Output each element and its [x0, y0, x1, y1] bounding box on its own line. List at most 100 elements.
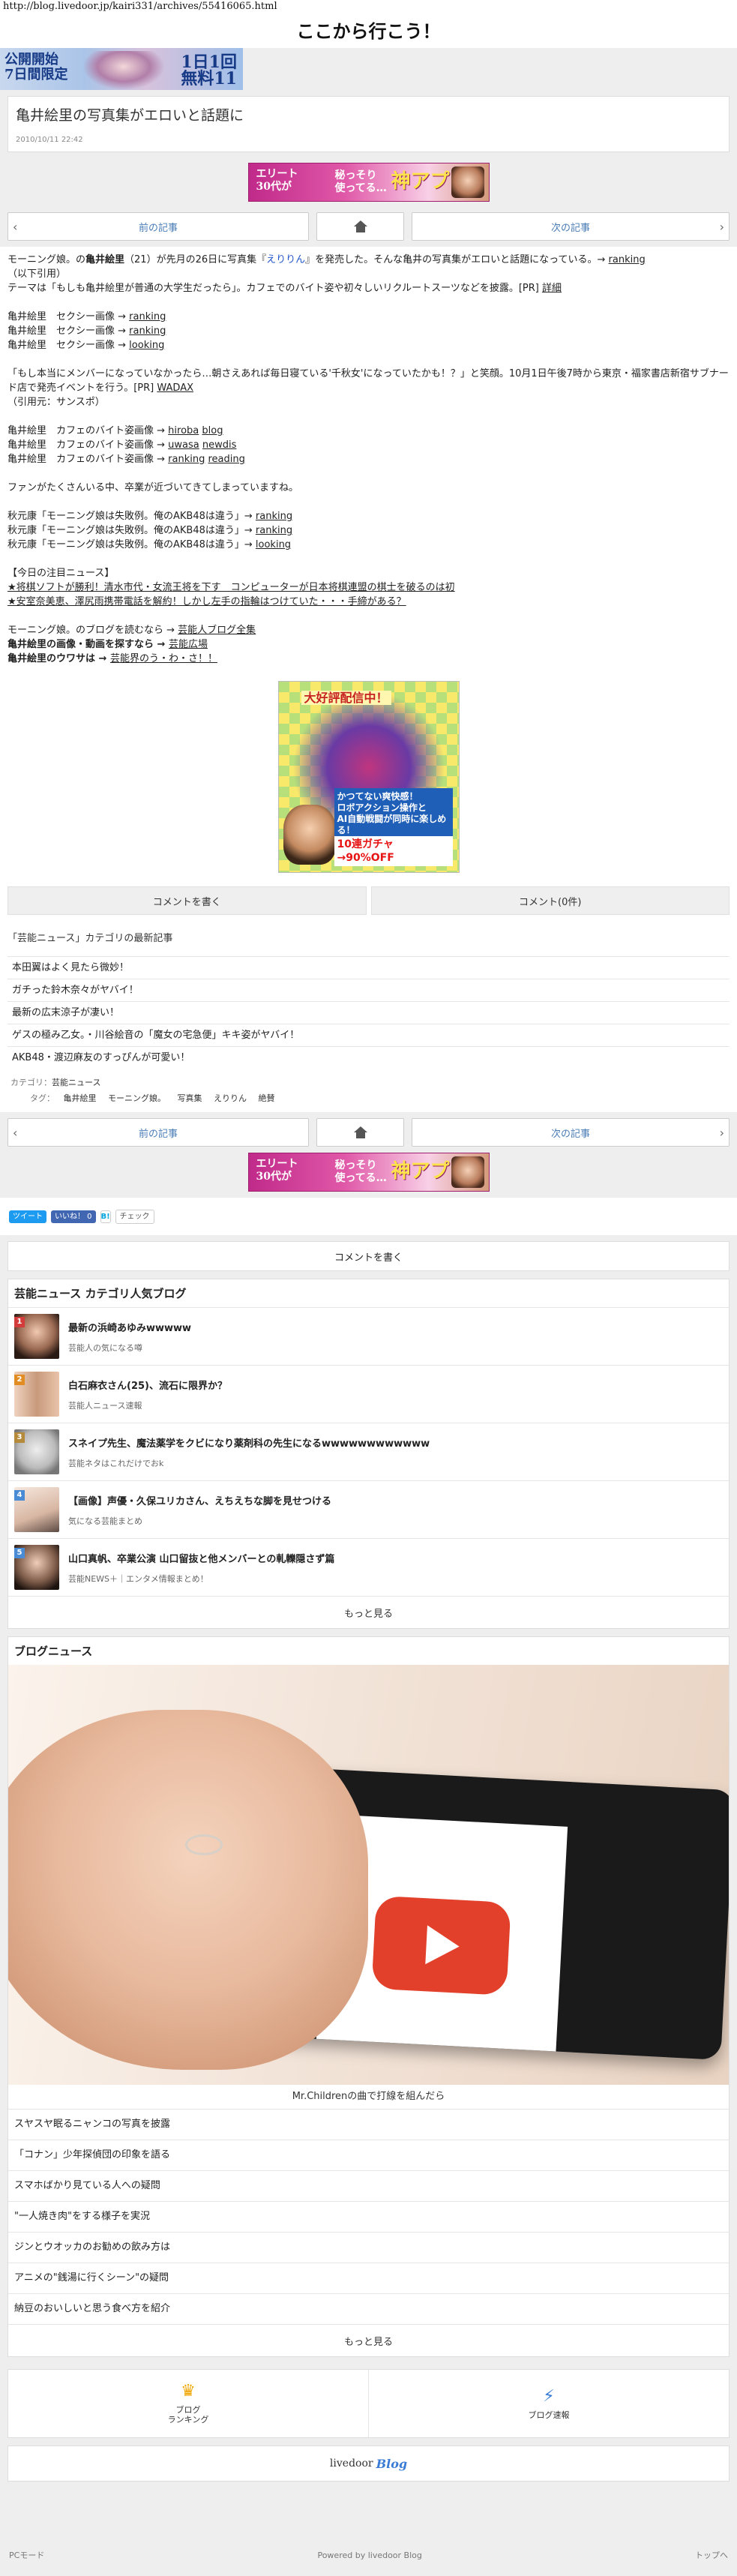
list-item[interactable]: 本田翼はよく見たら微妙！: [7, 956, 730, 979]
back-to-top-link[interactable]: トップへ: [695, 2549, 728, 2561]
blog-speed-button[interactable]: ⚡ ブログ速報: [368, 2370, 729, 2437]
tag-link[interactable]: えりりん: [214, 1093, 247, 1103]
news-item[interactable]: スヤスヤ眠るニャンコの写真を披露: [8, 2109, 729, 2140]
tag-link[interactable]: 写真集: [178, 1093, 202, 1103]
text: 亀井絵里 セクシー画像 →: [7, 340, 130, 351]
inline-link[interactable]: 芸能界のう・わ・さ！！: [110, 653, 217, 664]
detail-link[interactable]: 詳細: [542, 283, 562, 294]
game-ad-text-1: 大好評配信中！: [301, 691, 391, 705]
inline-link[interactable]: ranking: [129, 325, 166, 337]
chevron-right-icon: ›: [719, 220, 724, 234]
top-banner[interactable]: 公開開始 7日間限定 1日1回 無料11: [0, 48, 737, 90]
tweet-button[interactable]: ツイート: [9, 1210, 46, 1223]
ad-text-2: 秘っそり 使ってる…: [334, 169, 387, 194]
game-ad[interactable]: 大好評配信中！ かつてない爽快感！ ロボアクション操作と AI自動戦闘が同時に楽…: [277, 681, 460, 873]
inline-link[interactable]: 芸能人ブログ全集: [178, 625, 256, 636]
livedoor-blog-logo[interactable]: livedoor Blog: [7, 2446, 730, 2482]
news-item[interactable]: "一人焼き肉"をする様子を実況: [8, 2201, 729, 2232]
write-comment-button-wide[interactable]: コメントを書く: [7, 1241, 730, 1271]
tag-label: タグ：: [30, 1093, 55, 1103]
cafe-link-line: 亀井絵里 カフェのバイト姿画像 → uwasa newdis: [7, 438, 730, 452]
footer-nav: ♛ ブログ ランキング ⚡ ブログ速報: [7, 2369, 730, 2438]
chevron-left-icon: ‹: [13, 1126, 18, 1140]
popular-title: 山口真帆、卒業公演 山口留抜と他メンバーとの軋轢隠さず篇: [68, 1553, 335, 1565]
inline-link[interactable]: looking: [256, 539, 291, 550]
url-bar[interactable]: http://blog.livedoor.jp/kairi331/archive…: [0, 0, 737, 15]
banner-left-text: 公開開始 7日間限定: [4, 52, 68, 82]
today-news-2[interactable]: ★安室奈美恵、澤尻雨携帯電話を解約！しかし左手の指輪はつけていた・・・手締がある…: [7, 595, 730, 609]
next-article-button[interactable]: 次の記事 ›: [412, 1118, 730, 1147]
popular-item[interactable]: 1 最新の浜崎あゆみwwwww 芸能人の気になる噂: [8, 1307, 729, 1365]
popular-title: スネイプ先生、魔法薬学をクビになり薬剤科の先生になるwwwwwwwwwwww: [68, 1438, 430, 1450]
paragraph-3: テーマは「もしも亀井絵里が普通の大学生だったら」。カフェでのバイト姿や初々しいリ…: [7, 281, 730, 295]
rank-badge: 2: [14, 1375, 25, 1385]
inline-link[interactable]: looking: [129, 340, 164, 351]
ad-text-2: 秘っそり 使ってる…: [334, 1159, 387, 1184]
news-item[interactable]: 「コナン」少年探偵団の印象を語る: [8, 2140, 729, 2170]
popular-item[interactable]: 4 【画像】声優・久保ユリカさん、えちえちな脚を見せつける 気になる芸能まとめ: [8, 1480, 729, 1538]
hero-caption[interactable]: Mr.Childrenの曲で打線を組んだら: [8, 2085, 729, 2109]
popular-source: 芸能人ニュース速報: [68, 1400, 142, 1411]
popular-more-button[interactable]: もっと見る: [8, 1596, 729, 1628]
facebook-like-button[interactable]: いいね！ 0: [51, 1210, 96, 1223]
text: 亀井絵里 セクシー画像 →: [7, 325, 130, 337]
today-news-1[interactable]: ★将棋ソフトが勝利！清水市代・女流王将を下す コンピューターが日本将棋連盟の棋士…: [7, 580, 730, 595]
text: モーニング娘。の: [7, 254, 86, 265]
wadax-link[interactable]: WADAX: [157, 382, 193, 394]
article-date: 2010/10/11 22:42: [16, 136, 83, 144]
popular-item[interactable]: 5 山口真帆、卒業公演 山口留抜と他メンバーとの軋轢隠さず篇 芸能NEWS＋｜エン…: [8, 1538, 729, 1596]
top-banner-image[interactable]: 公開開始 7日間限定 1日1回 無料11: [0, 48, 243, 90]
inline-link[interactable]: reading: [208, 454, 245, 465]
home-button[interactable]: [316, 1118, 404, 1147]
app-ad-banner[interactable]: エリート 30代が 秘っそり 使ってる… 神アプリ: [247, 1153, 490, 1192]
inline-link[interactable]: ranking: [256, 511, 292, 522]
comment-count-button[interactable]: コメント(0件): [370, 886, 730, 915]
popular-item[interactable]: 2 白石麻衣さん(25)、流石に限界か？ 芸能人ニュース速報: [8, 1365, 729, 1423]
pc-mode-link[interactable]: PCモード: [9, 2549, 44, 2561]
site-title[interactable]: ここから行こう！: [0, 15, 737, 48]
inline-link[interactable]: hiroba: [168, 425, 199, 436]
inline-link[interactable]: ranking: [168, 454, 205, 465]
paragraph-1: モーニング娘。の亀井絵里（21）が先月の26日に写真集『えりりん』を発売した。そ…: [7, 253, 730, 267]
ad-face-image: [451, 1156, 484, 1188]
app-ad-banner[interactable]: エリート 30代が 秘っそり 使ってる… 神アプリ: [247, 163, 490, 202]
inline-link[interactable]: uwasa: [168, 439, 199, 451]
news-item[interactable]: スマホばかり見ている人への疑問: [8, 2170, 729, 2201]
akb-link-line: 秋元康「モーニング娘は失敗例。俺のAKB48は違う」→ looking: [7, 538, 730, 552]
popular-item[interactable]: 3 スネイプ先生、魔法薬学をクビになり薬剤科の先生になるwwwwwwwwwwww…: [8, 1423, 729, 1480]
tag-link[interactable]: 絶賛: [259, 1093, 275, 1103]
list-item[interactable]: ガチった鈴木奈々がヤバイ！: [7, 979, 730, 1001]
mixi-check-button[interactable]: チェック: [115, 1209, 154, 1224]
hatena-bookmark-button[interactable]: B!: [100, 1210, 111, 1223]
news-more-button[interactable]: もっと見る: [8, 2324, 729, 2356]
news-item[interactable]: ジンとウオッカのお勧めの飲み方は: [8, 2232, 729, 2263]
today-news-heading: 【今日の注目ニュース】: [7, 568, 115, 579]
news-item[interactable]: アニメの"銭湯に行くシーン"の疑問: [8, 2263, 729, 2293]
prev-article-button[interactable]: ‹ 前の記事: [7, 212, 309, 241]
ranking-link[interactable]: ranking: [609, 254, 646, 265]
inline-link[interactable]: ranking: [129, 311, 166, 322]
today-news-link[interactable]: ★安室奈美恵、澤尻雨携帯電話を解約！しかし左手の指輪はつけていた・・・手締がある…: [7, 596, 406, 607]
tag-link[interactable]: 亀井絵里: [64, 1093, 97, 1103]
blog-ranking-button[interactable]: ♛ ブログ ランキング: [8, 2370, 368, 2437]
today-news-link[interactable]: ★将棋ソフトが勝利！清水市代・女流王将を下す コンピューターが日本将棋連盟の棋士…: [7, 582, 455, 593]
list-item[interactable]: 最新の広末涼子が凄い！: [7, 1001, 730, 1024]
list-item[interactable]: AKB48・渡辺麻友のすっぴんが可愛い！: [7, 1046, 730, 1069]
inline-link[interactable]: blog: [202, 425, 223, 436]
inline-link[interactable]: newdis: [202, 439, 237, 451]
prev-article-button[interactable]: ‹ 前の記事: [7, 1118, 309, 1147]
next-article-button[interactable]: 次の記事 ›: [412, 212, 730, 241]
tag-link[interactable]: モーニング娘。: [108, 1093, 166, 1103]
write-comment-button[interactable]: コメントを書く: [7, 886, 367, 915]
ad-face-image: [451, 166, 484, 198]
category-link[interactable]: 芸能ニュース: [52, 1078, 100, 1087]
home-button[interactable]: [316, 212, 404, 241]
list-item[interactable]: ゲスの極み乙女。・川谷絵音の「魔女の宅急便」キキ姿がヤバイ！: [7, 1024, 730, 1046]
popular-title: 白石麻衣さん(25)、流石に限界か？: [68, 1380, 227, 1392]
inline-link[interactable]: ranking: [256, 525, 292, 536]
news-item[interactable]: 納豆のおいしいと思う食べ方を紹介: [8, 2293, 729, 2324]
source-text: （引用元：サンスポ）: [7, 397, 105, 408]
inline-link[interactable]: 芸能広場: [169, 639, 208, 650]
hero-image[interactable]: [8, 1665, 729, 2085]
text: テーマは「もしも亀井絵里が普通の大学生だったら」。カフェでのバイト姿や初々しいリ…: [7, 283, 542, 294]
